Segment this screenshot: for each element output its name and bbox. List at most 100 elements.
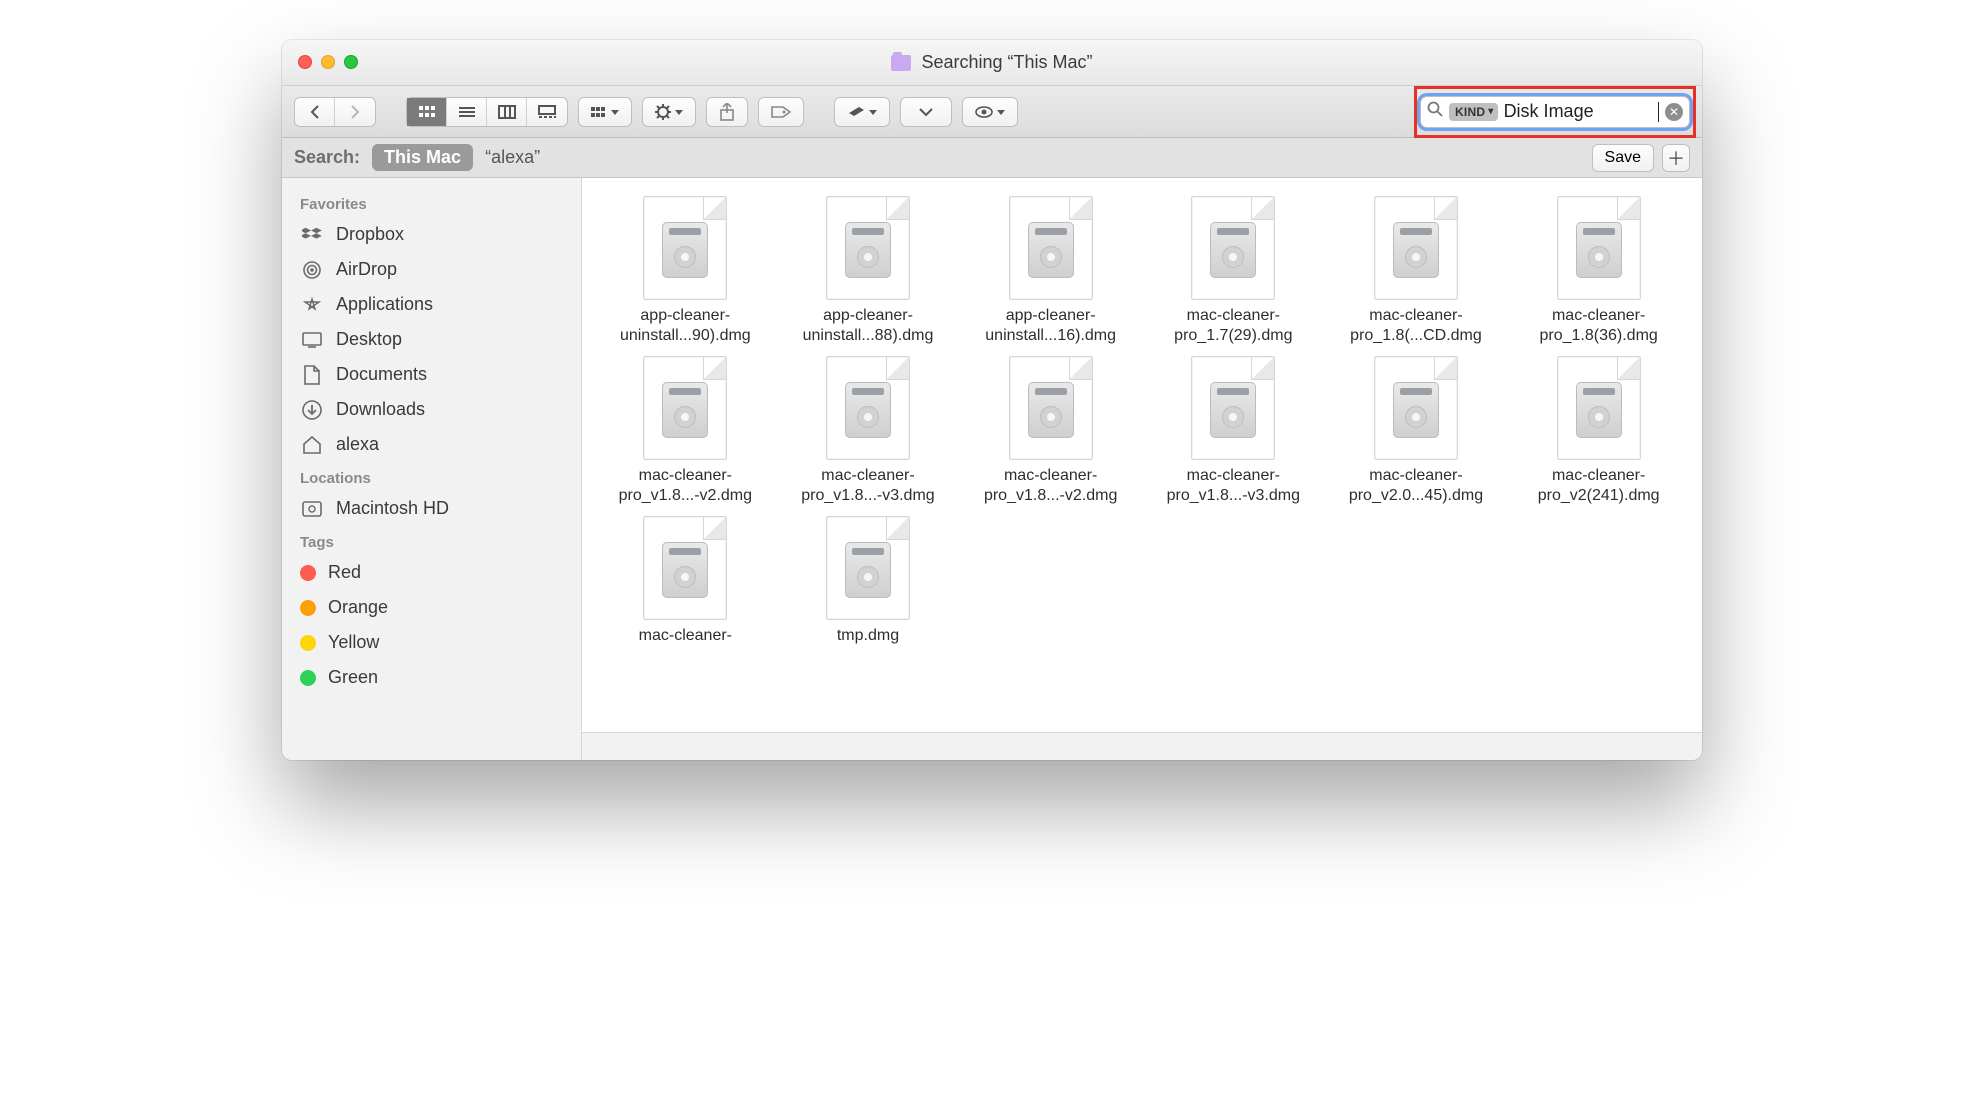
sidebar-item-label: AirDrop <box>336 259 397 280</box>
file-item[interactable]: mac-cleaner- <box>596 516 775 646</box>
search-field[interactable]: KIND▾ Disk Image ✕ <box>1420 96 1690 128</box>
finder-window: Searching “This Mac” <box>282 40 1702 760</box>
dmg-file-icon <box>1191 196 1275 300</box>
smart-folder-icon <box>891 55 911 71</box>
view-list-button[interactable] <box>447 98 487 126</box>
sidebar-item-applications[interactable]: Applications <box>282 287 581 322</box>
sidebar-item-label: Documents <box>336 364 427 385</box>
titlebar: Searching “This Mac” <box>282 40 1702 86</box>
file-item[interactable]: mac-cleaner-pro_1.8(36).dmg <box>1509 196 1688 346</box>
sidebar-item-label: Green <box>328 667 378 688</box>
scope-label: Search: <box>294 147 360 168</box>
dmg-file-icon <box>1009 196 1093 300</box>
sidebar-item-home[interactable]: alexa <box>282 427 581 462</box>
downloads-icon <box>300 400 324 420</box>
dmg-file-icon <box>1374 356 1458 460</box>
window-zoom-button[interactable] <box>344 55 358 69</box>
sidebar-item-macintosh-hd[interactable]: Macintosh HD <box>282 491 581 526</box>
add-criteria-button[interactable]: ＋ <box>1662 144 1690 172</box>
dropbox-icon <box>300 225 324 245</box>
window-close-button[interactable] <box>298 55 312 69</box>
dmg-file-icon <box>1557 356 1641 460</box>
search-token-kind[interactable]: KIND▾ <box>1449 103 1498 121</box>
sidebar-header-locations: Locations <box>282 462 581 491</box>
sidebar-item-label: Red <box>328 562 361 583</box>
dropdown-button[interactable] <box>900 97 952 127</box>
sidebar-item-desktop[interactable]: Desktop <box>282 322 581 357</box>
file-item[interactable]: tmp.dmg <box>779 516 958 646</box>
sidebar-item-label: Downloads <box>336 399 425 420</box>
file-item[interactable]: app-cleaner-uninstall...16).dmg <box>961 196 1140 346</box>
view-gallery-button[interactable] <box>527 98 567 126</box>
sidebar-item-airdrop[interactable]: AirDrop <box>282 252 581 287</box>
action-button[interactable] <box>642 97 696 127</box>
back-button[interactable] <box>295 98 335 126</box>
file-name: mac-cleaner-pro_v2(241).dmg <box>1514 466 1684 506</box>
file-name: mac-cleaner-pro_v1.8...-v3.dmg <box>1148 466 1318 506</box>
file-name: mac-cleaner-pro_1.8(...CD.dmg <box>1331 306 1501 346</box>
dmg-file-icon <box>1191 356 1275 460</box>
file-item[interactable]: mac-cleaner-pro_1.7(29).dmg <box>1144 196 1323 346</box>
dmg-file-icon <box>1557 196 1641 300</box>
nav-buttons <box>294 97 376 127</box>
file-name: app-cleaner-uninstall...88).dmg <box>783 306 953 346</box>
file-name: tmp.dmg <box>783 626 953 646</box>
sidebar: Favorites Dropbox AirDrop Applications D… <box>282 178 582 760</box>
share-button[interactable] <box>706 97 748 127</box>
file-item[interactable]: mac-cleaner-pro_v1.8...-v2.dmg <box>961 356 1140 506</box>
dropbox-button[interactable] <box>834 97 890 127</box>
applications-icon <box>300 295 324 315</box>
text-caret <box>1658 102 1659 122</box>
airdrop-icon <box>300 260 324 280</box>
sidebar-item-label: Macintosh HD <box>336 498 449 519</box>
dmg-file-icon <box>1374 196 1458 300</box>
search-icon <box>1427 101 1443 122</box>
file-name: app-cleaner-uninstall...90).dmg <box>600 306 770 346</box>
file-name: app-cleaner-uninstall...16).dmg <box>966 306 1136 346</box>
file-item[interactable]: mac-cleaner-pro_1.8(...CD.dmg <box>1327 196 1506 346</box>
sidebar-item-label: Dropbox <box>336 224 404 245</box>
toolbar: KIND▾ Disk Image ✕ <box>282 86 1702 138</box>
window-minimize-button[interactable] <box>321 55 335 69</box>
desktop-icon <box>300 330 324 350</box>
tags-button[interactable] <box>758 97 804 127</box>
view-mode-segment <box>406 97 568 127</box>
sidebar-tag-green[interactable]: Green <box>282 660 581 695</box>
view-icon-button[interactable] <box>407 98 447 126</box>
file-item[interactable]: app-cleaner-uninstall...90).dmg <box>596 196 775 346</box>
sidebar-header-favorites: Favorites <box>282 188 581 217</box>
search-clear-button[interactable]: ✕ <box>1665 103 1683 121</box>
file-item[interactable]: app-cleaner-uninstall...88).dmg <box>779 196 958 346</box>
quicklook-button[interactable] <box>962 97 1018 127</box>
window-title: Searching “This Mac” <box>921 52 1092 73</box>
dmg-file-icon <box>826 516 910 620</box>
scope-this-mac[interactable]: This Mac <box>372 144 473 171</box>
tag-dot-icon <box>300 565 316 581</box>
file-item[interactable]: mac-cleaner-pro_v1.8...-v3.dmg <box>1144 356 1323 506</box>
file-item[interactable]: mac-cleaner-pro_v1.8...-v2.dmg <box>596 356 775 506</box>
search-text: Disk Image <box>1504 101 1652 122</box>
group-by-button[interactable] <box>578 97 632 127</box>
sidebar-tag-orange[interactable]: Orange <box>282 590 581 625</box>
file-item[interactable]: mac-cleaner-pro_v2.0...45).dmg <box>1327 356 1506 506</box>
search-scope-bar: Search: This Mac “alexa” Save ＋ <box>282 138 1702 178</box>
sidebar-item-dropbox[interactable]: Dropbox <box>282 217 581 252</box>
sidebar-item-label: Applications <box>336 294 433 315</box>
tag-dot-icon <box>300 635 316 651</box>
file-item[interactable]: mac-cleaner-pro_v1.8...-v3.dmg <box>779 356 958 506</box>
sidebar-tag-red[interactable]: Red <box>282 555 581 590</box>
save-search-button[interactable]: Save <box>1592 144 1654 172</box>
sidebar-tag-yellow[interactable]: Yellow <box>282 625 581 660</box>
scope-alexa[interactable]: “alexa” <box>485 147 540 168</box>
dmg-file-icon <box>643 516 727 620</box>
sidebar-item-downloads[interactable]: Downloads <box>282 392 581 427</box>
view-column-button[interactable] <box>487 98 527 126</box>
file-item[interactable]: mac-cleaner-pro_v2(241).dmg <box>1509 356 1688 506</box>
sidebar-item-label: Desktop <box>336 329 402 350</box>
forward-button[interactable] <box>335 98 375 126</box>
file-name: mac-cleaner-pro_1.8(36).dmg <box>1514 306 1684 346</box>
disk-icon <box>300 499 324 519</box>
dmg-file-icon <box>826 356 910 460</box>
status-bar <box>582 732 1702 760</box>
sidebar-item-documents[interactable]: Documents <box>282 357 581 392</box>
